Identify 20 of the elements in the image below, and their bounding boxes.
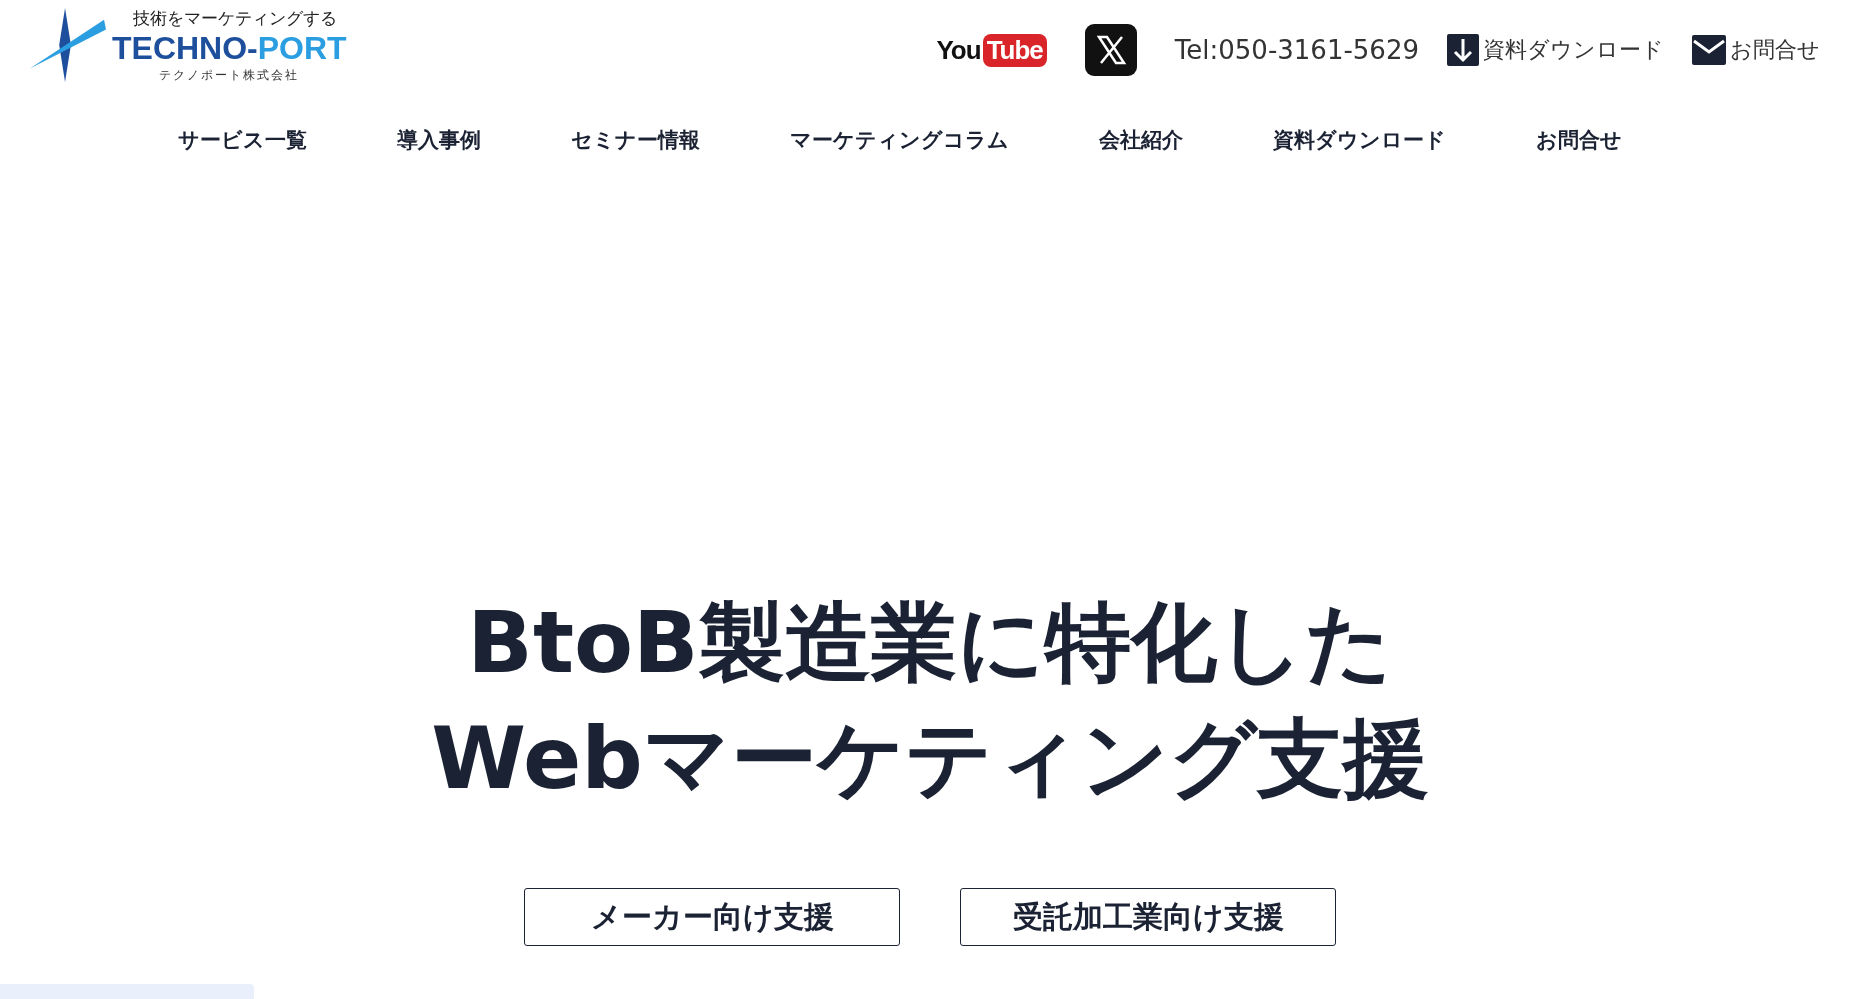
hero-heading: BtoB製造業に特化した bbox=[467, 591, 1393, 694]
nav-link[interactable]: サービス一覧 bbox=[133, 126, 352, 154]
x-logo-icon[interactable] bbox=[1084, 24, 1137, 76]
mail-icon bbox=[1692, 35, 1726, 65]
nav-link[interactable]: 導入事例 bbox=[352, 126, 526, 154]
support-button[interactable]: メーカー向け支援 bbox=[524, 888, 900, 946]
contact-link[interactable]: お問合せ bbox=[1692, 35, 1820, 65]
phone-number: Tel:050-3161-5629 bbox=[1174, 35, 1419, 65]
support-button[interactable]: 受託加工業向け支援 bbox=[960, 888, 1336, 946]
logo-company-name: テクノポート株式会社 bbox=[159, 66, 300, 84]
download-link[interactable]: 資料ダウンロード bbox=[1447, 34, 1664, 66]
nav-link[interactable]: お問合せ bbox=[1491, 126, 1667, 154]
nav-link[interactable]: セミナー情報 bbox=[526, 126, 745, 154]
logo-wordmark: TECHNO-PORT bbox=[112, 29, 347, 67]
nav-link[interactable]: マーケティングコラム bbox=[745, 126, 1054, 154]
logo-tagline: 技術をマーケティングする bbox=[132, 6, 337, 30]
nav-link[interactable]: 会社紹介 bbox=[1054, 126, 1228, 154]
nav-link[interactable]: 資料ダウンロード bbox=[1228, 126, 1491, 154]
hero-heading: Webマーケティング支援 bbox=[431, 707, 1429, 810]
download-icon bbox=[1447, 34, 1479, 66]
